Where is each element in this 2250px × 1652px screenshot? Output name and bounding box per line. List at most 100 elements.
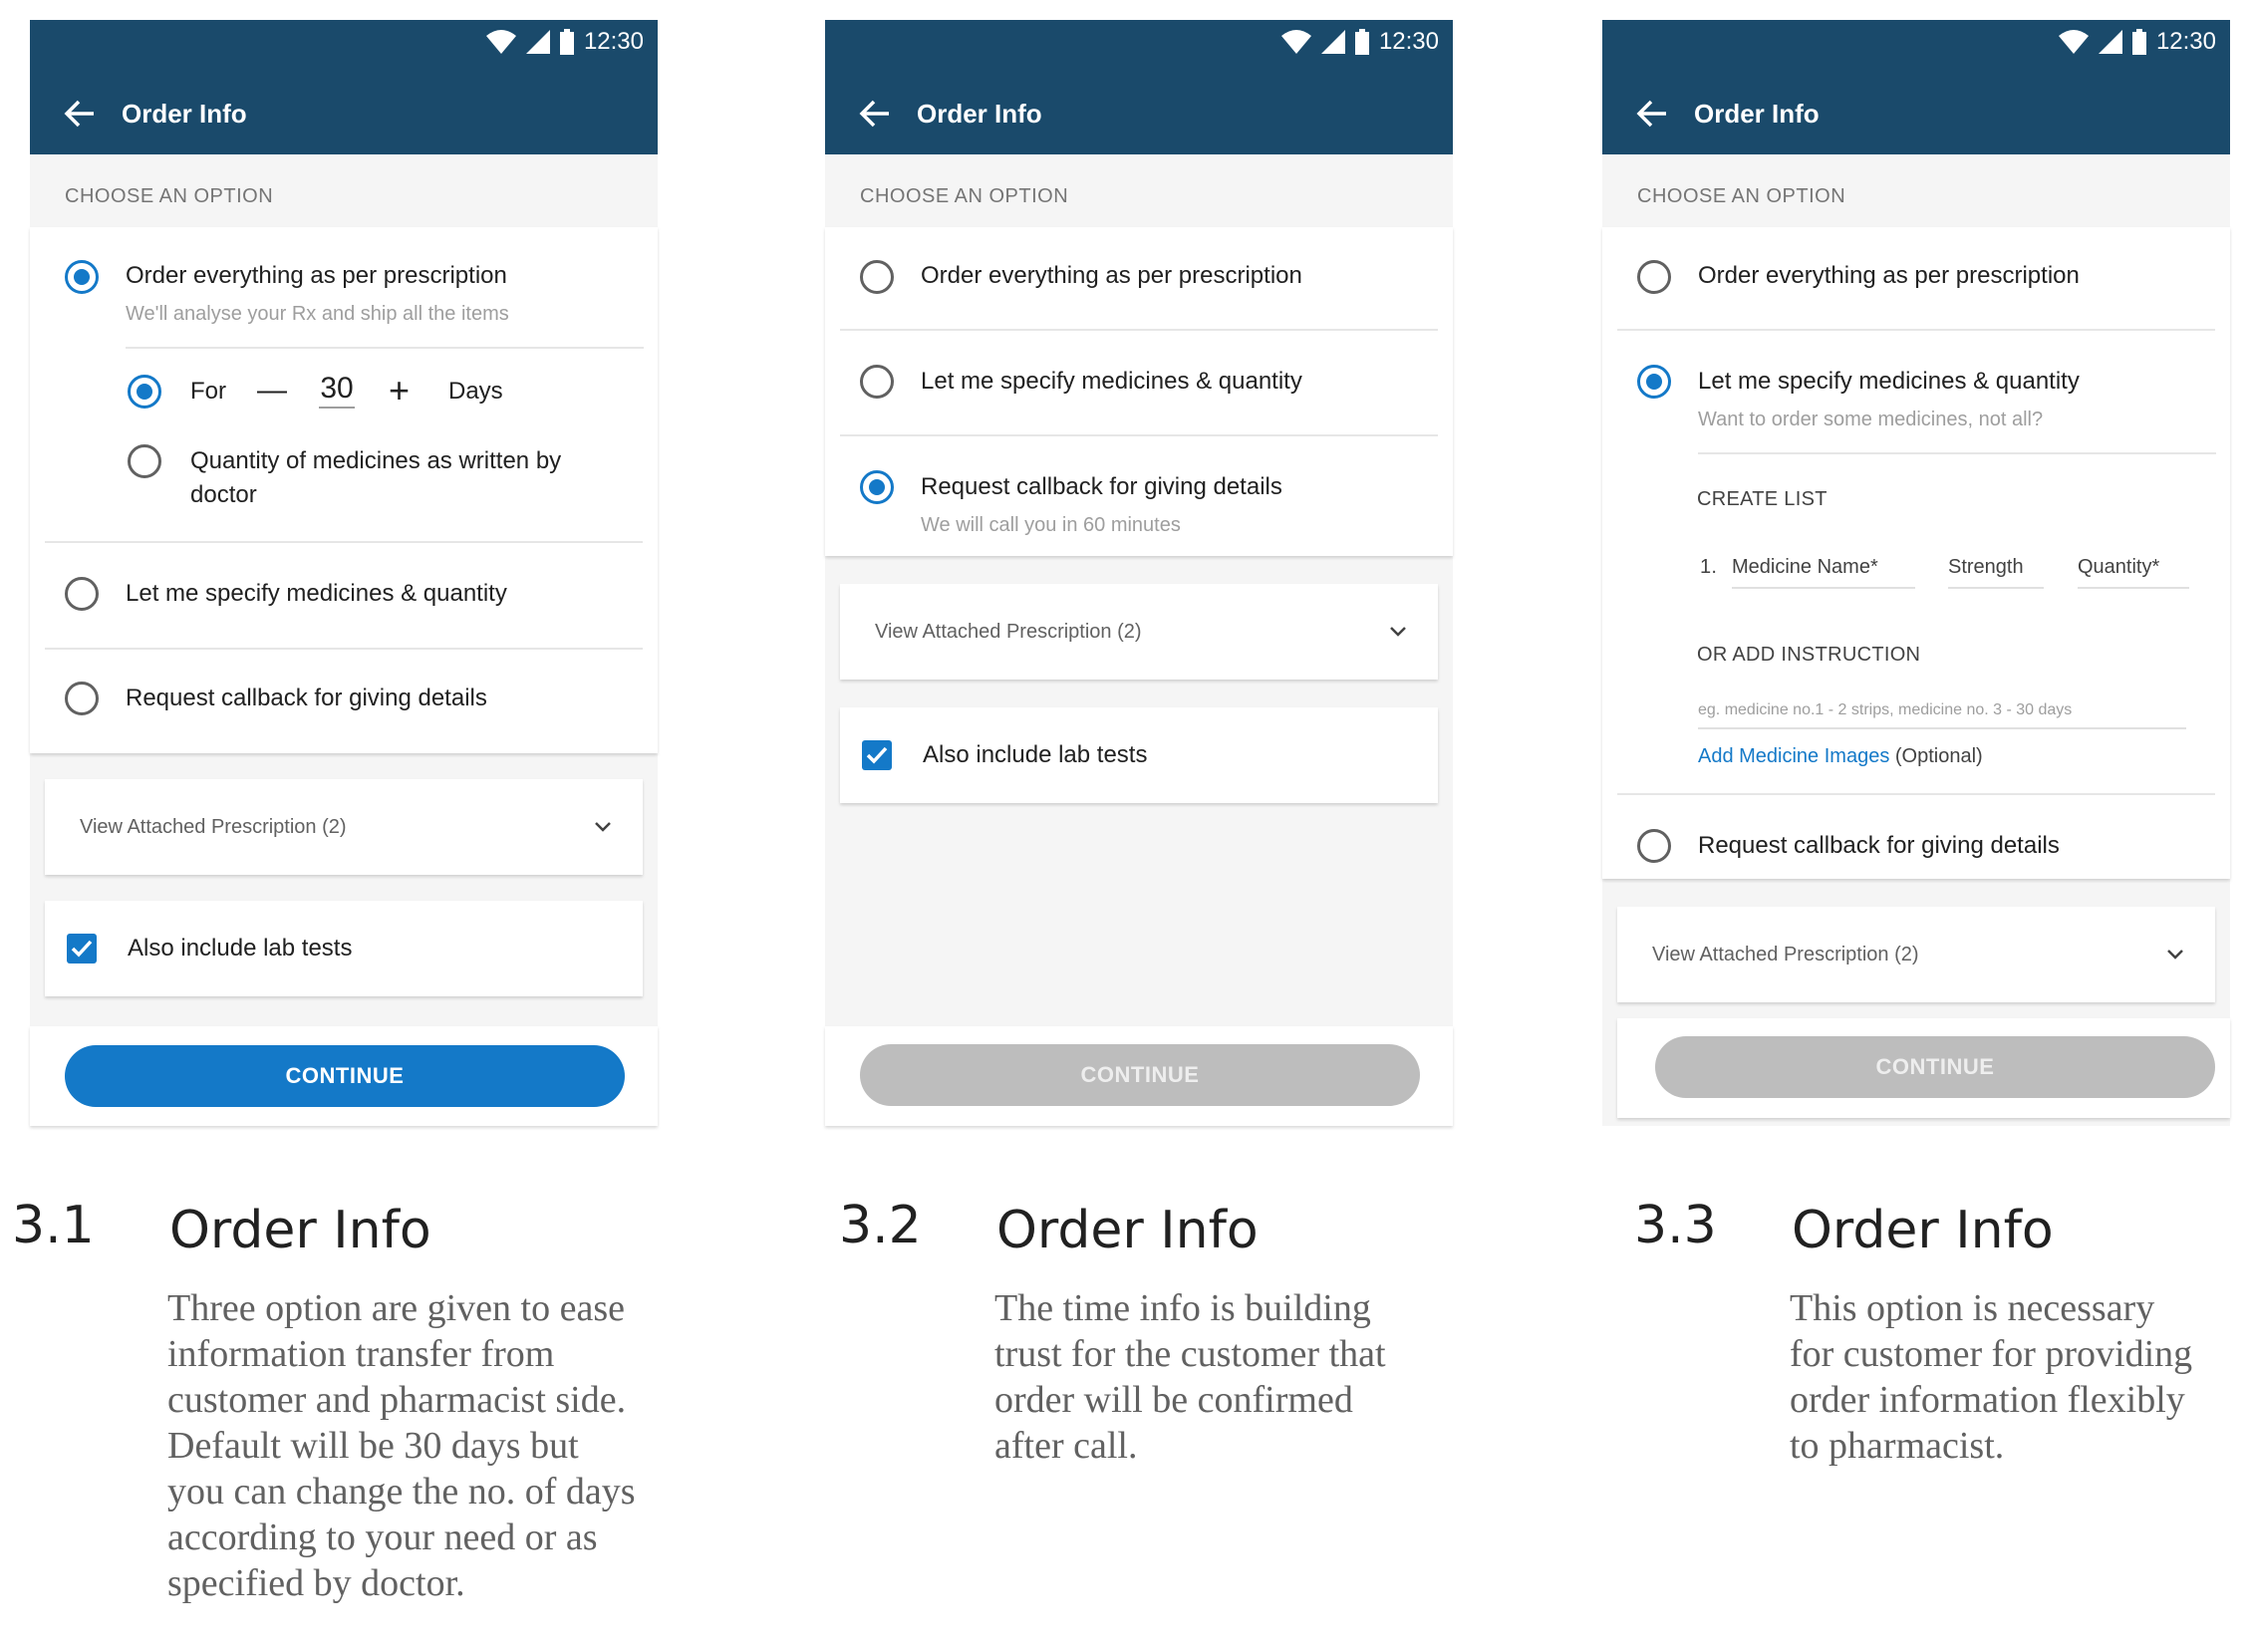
caption-body: This option is necessary for customer fo… (1790, 1287, 2193, 1467)
divider (840, 434, 1438, 436)
continue-button[interactable]: CONTINUE (1655, 1036, 2215, 1098)
radio-callback[interactable] (65, 682, 99, 715)
radio-specify[interactable] (65, 577, 99, 611)
radio-specify[interactable] (860, 365, 894, 399)
section-label: CHOOSE AN OPTION (1637, 185, 1846, 207)
back-arrow-icon[interactable] (1634, 96, 1670, 132)
radio-order-all[interactable] (1637, 260, 1671, 294)
caption-body: The time info is building trust for the … (994, 1287, 1386, 1467)
radio-order-all[interactable] (860, 260, 894, 294)
status-time: 12:30 (2155, 28, 2216, 55)
prescription-label: View Attached Prescription (2) (1652, 943, 1919, 965)
lab-tests-card: Also include lab tests (840, 707, 1438, 803)
caption-title: Order Info (996, 1201, 1259, 1260)
check-icon (866, 746, 888, 764)
options-card: Order everything as per prescription Let… (825, 227, 1453, 556)
page-title: Order Info (1694, 99, 1820, 129)
create-list-heading: CREATE LIST (1697, 488, 1828, 510)
radio-specify[interactable] (1637, 365, 1671, 399)
prescription-label: View Attached Prescription (2) (875, 620, 1142, 643)
bottom-bar: CONTINUE (1617, 1018, 2230, 1118)
radio-order-all[interactable] (65, 260, 99, 294)
quantity-field[interactable]: Quantity* (2078, 556, 2189, 589)
status-time: 12:30 (583, 28, 644, 55)
instruction-input[interactable]: eg. medicine no.1 - 2 strips, medicine n… (1698, 701, 2186, 729)
for-label: For (190, 378, 226, 405)
caption-number: 3.3 (1634, 1196, 1717, 1255)
option-order-all-label: Order everything as per prescription (126, 262, 507, 289)
quantity-as-written-label: Quantity of medicines as written by doct… (190, 447, 562, 508)
options-card: Order everything as per prescription We'… (30, 227, 658, 753)
section-label: CHOOSE AN OPTION (860, 185, 1069, 207)
option-specify-sub: Want to order some medicines, not all? (1698, 409, 2044, 430)
signal-icon (525, 30, 550, 54)
caption-title: Order Info (1792, 1201, 2054, 1260)
continue-button[interactable]: CONTINUE (860, 1044, 1420, 1106)
medicine-name-field[interactable]: Medicine Name* (1732, 556, 1915, 589)
signal-icon (2098, 30, 2122, 54)
caption-number: 3.2 (839, 1196, 922, 1255)
screen-3-2: 12:30 Order Info CHOOSE AN OPTION Order … (825, 20, 1453, 1126)
divider (1617, 793, 2215, 795)
add-medicine-images-link[interactable]: Add Medicine Images (Optional) (1698, 745, 1983, 768)
lab-tests-label: Also include lab tests (128, 935, 353, 962)
option-callback-label: Request callback for giving details (921, 473, 1282, 500)
signal-icon (1320, 30, 1345, 54)
minus-button[interactable]: — (257, 373, 287, 409)
option-callback-label: Request callback for giving details (126, 685, 487, 711)
option-specify-label: Let me specify medicines & quantity (126, 580, 507, 607)
option-order-all-label: Order everything as per prescription (921, 262, 1302, 289)
option-callback-sub: We will call you in 60 minutes (921, 514, 1181, 536)
lab-tests-checkbox[interactable] (862, 740, 892, 770)
screen-3-1: 12:30 Order Info CHOOSE AN OPTION Order … (30, 20, 658, 1126)
lab-tests-checkbox[interactable] (67, 934, 97, 964)
divider (1617, 329, 2215, 331)
page-title: Order Info (917, 99, 1042, 129)
status-bar: 12:30 (2058, 28, 2216, 56)
add-images-label: Add Medicine Images (1698, 745, 1890, 767)
plus-button[interactable]: + (389, 373, 410, 409)
caption-body: Three option are given to ease informati… (167, 1287, 636, 1604)
wifi-icon (1280, 30, 1311, 54)
option-order-all-label: Order everything as per prescription (1698, 262, 2080, 289)
option-callback-label: Request callback for giving details (1698, 832, 2060, 859)
battery-icon (2131, 29, 2146, 55)
option-order-all-sub: We'll analyse your Rx and ship all the i… (126, 303, 509, 325)
status-bar: 12:30 (1280, 28, 1439, 56)
options-card: Order everything as per prescription Let… (1602, 227, 2230, 879)
prescription-label: View Attached Prescription (2) (80, 815, 347, 838)
bottom-bar: CONTINUE (825, 1026, 1453, 1126)
days-value[interactable]: 30 (319, 371, 355, 409)
radio-callback[interactable] (1637, 829, 1671, 863)
status-time: 12:30 (1378, 28, 1439, 55)
strength-field[interactable]: Strength (1948, 556, 2044, 589)
continue-button[interactable]: CONTINUE (65, 1045, 625, 1107)
prescription-dropdown[interactable]: View Attached Prescription (2) (840, 584, 1438, 680)
back-arrow-icon[interactable] (62, 96, 98, 132)
option-specify-label: Let me specify medicines & quantity (1698, 368, 2080, 395)
radio-for-days[interactable] (128, 375, 161, 409)
prescription-dropdown[interactable]: View Attached Prescription (2) (1617, 907, 2215, 1002)
caption-title: Order Info (169, 1201, 431, 1260)
chevron-down-icon (1390, 627, 1406, 637)
status-bar: 12:30 (485, 28, 644, 56)
screen-3-3: 12:30 Order Info CHOOSE AN OPTION Order … (1602, 20, 2230, 1126)
divider (45, 648, 643, 650)
prescription-dropdown[interactable]: View Attached Prescription (2) (45, 779, 643, 875)
radio-quantity-as-written[interactable] (128, 444, 161, 478)
divider (1698, 452, 2216, 454)
caption-number: 3.1 (12, 1196, 95, 1255)
lab-tests-card: Also include lab tests (45, 901, 643, 996)
back-arrow-icon[interactable] (857, 96, 893, 132)
section-label: CHOOSE AN OPTION (65, 185, 274, 207)
list-index: 1. (1700, 556, 1718, 578)
lab-tests-label: Also include lab tests (923, 741, 1148, 768)
chevron-down-icon (2167, 950, 2183, 960)
radio-callback[interactable] (860, 470, 894, 504)
divider (126, 347, 644, 349)
option-specify-label: Let me specify medicines & quantity (921, 368, 1302, 395)
divider (45, 541, 643, 543)
battery-icon (1354, 29, 1369, 55)
divider (840, 329, 1438, 331)
app-bar: 12:30 Order Info (825, 20, 1453, 154)
